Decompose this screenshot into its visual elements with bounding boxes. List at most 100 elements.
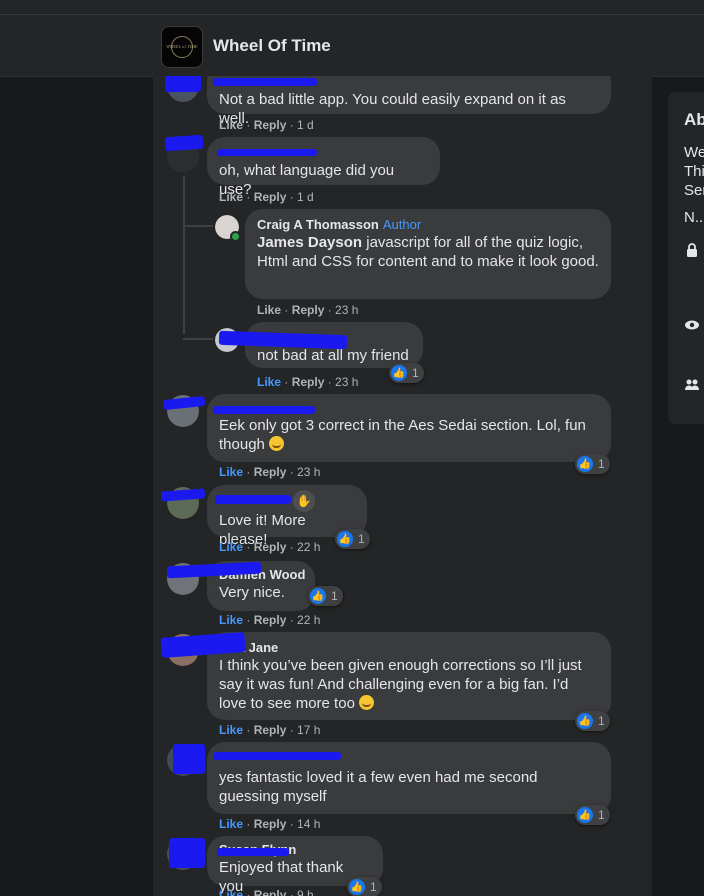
author-name[interactable]: Craig A Thomasson [257,217,379,232]
group-header: WHEEL of TIME Wheel Of Time [0,0,704,77]
redaction-mark [217,848,289,856]
redaction-mark [213,752,341,760]
like-reaction-icon: 👍 [349,879,365,895]
reply-button[interactable]: Reply [292,375,325,389]
online-indicator [230,231,241,242]
redaction-mark [213,78,317,86]
comment-actions: Like · Reply · 1 d [219,190,314,204]
reply-button[interactable]: Reply [254,465,287,479]
like-button[interactable]: Like [219,888,243,896]
reaction-count[interactable]: 👍 1 [389,363,424,383]
smile-emoji-icon [359,695,375,710]
mention-link[interactable]: James Dayson [257,234,362,251]
comment-actions: Like · Reply · 22 h [219,613,321,627]
comment-bubble: Eek only got 3 correct in the Aes Sedai … [207,394,611,462]
reaction-number: 1 [598,808,605,822]
like-reaction-icon: 👍 [310,588,326,604]
comment-text: yes fantastic loved it a few even had me… [219,769,538,805]
redaction-mark [215,495,291,504]
comment-time[interactable]: 1 d [297,118,314,132]
reply-button[interactable]: Reply [254,540,287,554]
comment-actions: Like · Reply · 23 h [219,465,321,479]
comment-actions: Like · Reply · 1 d [219,118,314,132]
reply-button[interactable]: Reply [254,723,287,737]
reaction-number: 1 [598,714,605,728]
thread-branch [183,225,213,227]
comment-time[interactable]: 22 h [297,613,320,627]
reply-button[interactable]: Reply [292,303,325,317]
about-panel: Ab We Thi Ser N.. [668,92,704,424]
comment-text: not bad at all my friend [257,347,409,364]
redaction-mark [173,744,205,774]
reaction-number: 1 [358,532,365,546]
like-button[interactable]: Like [219,190,243,204]
reaction-number: 1 [331,589,338,603]
author-badge: Author [382,217,422,232]
like-button[interactable]: Like [219,465,243,479]
comment-author: Craig A Thomasson Author [257,217,599,233]
comment-time[interactable]: 23 h [297,465,320,479]
comment-time[interactable]: 22 h [297,540,320,554]
like-button[interactable]: Like [219,613,243,627]
reaction-count[interactable]: 👍 1 [308,586,343,606]
comment-text: James Dayson javascript for all of the q… [257,233,599,271]
reaction-count[interactable]: 👍 1 [575,805,610,825]
comment-time[interactable]: 9 h [297,888,314,896]
comment-author[interactable]: Lisa Jane [219,640,599,656]
like-reaction-icon: 👍 [391,365,407,381]
comment-time[interactable]: 1 d [297,190,314,204]
comment-actions: Like · Reply · 9 h [219,888,314,896]
comment-actions: Like · Reply · 14 h [219,817,321,831]
like-button[interactable]: Like [219,817,243,831]
group-logo[interactable]: WHEEL of TIME [161,26,203,68]
comment-time[interactable]: 17 h [297,723,320,737]
like-button[interactable]: Like [219,118,243,132]
comment-text: Eek only got 3 correct in the Aes Sedai … [219,416,599,454]
comment-text: Very nice. [219,584,285,601]
reply-button[interactable]: Reply [254,613,287,627]
about-title: Ab [684,110,704,129]
reaction-count[interactable]: 👍 1 [575,454,610,474]
comment-time[interactable]: 23 h [335,303,358,317]
reply-button[interactable]: Reply [254,118,287,132]
comment-time[interactable]: 14 h [297,817,320,831]
about-line[interactable]: N.. [684,209,703,226]
reply-button[interactable]: Reply [254,888,287,896]
comment-feed: Not a bad little app. You could easily e… [153,76,652,896]
wave-emoji-icon: ✋ [293,490,315,512]
about-line: We [684,144,704,161]
redaction-mark [162,395,206,411]
like-reaction-icon: 👍 [577,713,593,729]
reaction-count[interactable]: 👍 1 [335,529,370,549]
comment-actions: Like · Reply · 22 h [219,540,321,554]
lock-icon [687,243,697,257]
divider [0,14,704,15]
group-name[interactable]: Wheel Of Time [213,36,331,56]
comment-bubble: Craig A Thomasson Author James Dayson jav… [245,209,611,299]
like-reaction-icon: 👍 [577,456,593,472]
comment-bubble: Lisa Jane I think you’ve been given enou… [207,632,611,720]
eye-icon [685,320,699,330]
comment-actions: Like · Reply · 23 h [257,375,359,389]
redaction-mark [217,149,317,156]
reaction-count[interactable]: 👍 1 [347,877,382,896]
reply-button[interactable]: Reply [254,190,287,204]
comment-bubble: oh, what language did you use? [207,137,440,198]
comment-text-body: I think you’ve been given enough correct… [219,657,582,712]
comment-actions: Like · Reply · 17 h [219,723,321,737]
logo-text: WHEEL of TIME [166,44,198,49]
redaction-mark [213,406,315,414]
reaction-number: 1 [370,880,377,894]
thread-branch [183,338,213,340]
like-button[interactable]: Like [219,723,243,737]
like-button[interactable]: Like [219,540,243,554]
members-icon [685,379,699,390]
comment-time[interactable]: 23 h [335,375,358,389]
reply-button[interactable]: Reply [254,817,287,831]
reaction-count[interactable]: 👍 1 [575,711,610,731]
thread-line [183,176,185,334]
about-line: Ser [684,182,704,199]
reaction-number: 1 [598,457,605,471]
like-button[interactable]: Like [257,375,281,389]
like-button[interactable]: Like [257,303,281,317]
